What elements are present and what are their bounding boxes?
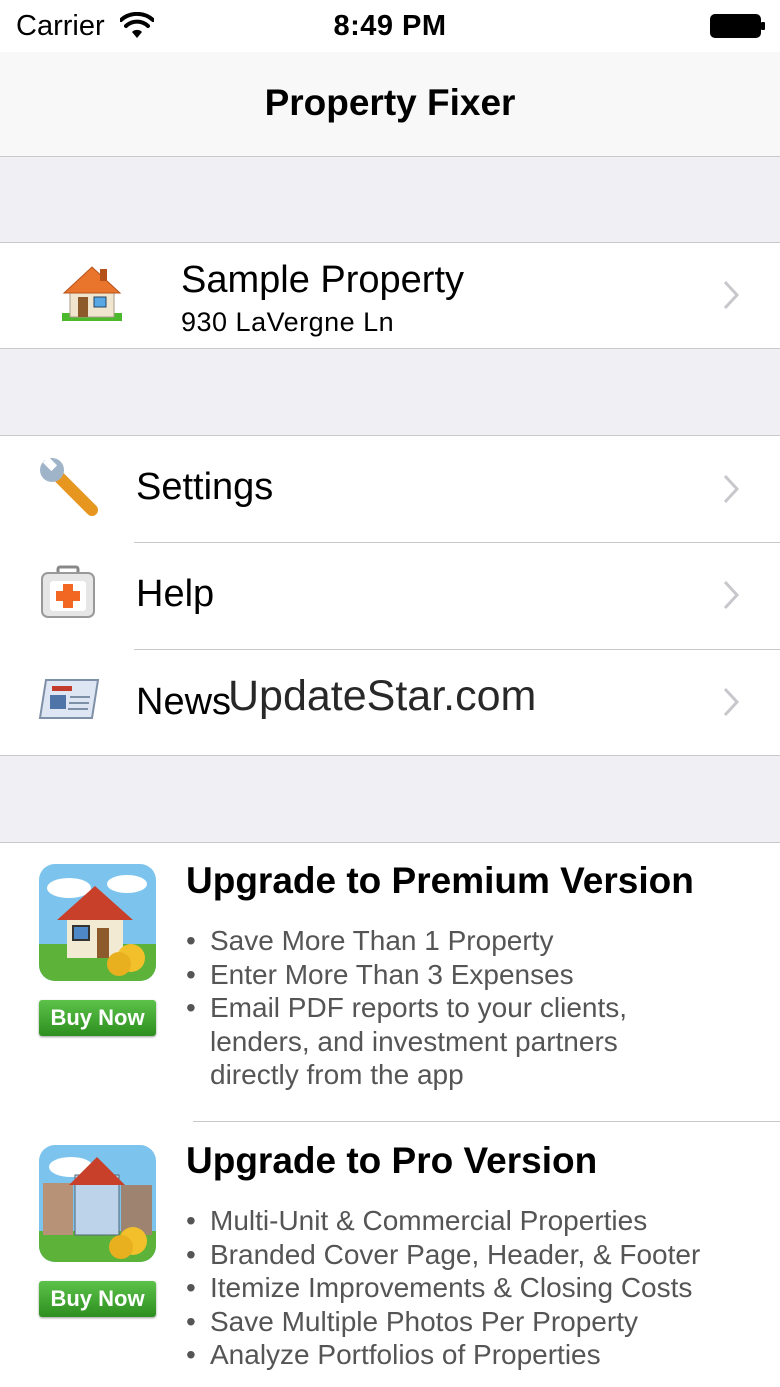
- chevron-right-icon: [723, 280, 740, 310]
- chevron-right-icon: [723, 687, 740, 717]
- section-spacer: [0, 756, 780, 842]
- buy-now-pro-button[interactable]: Buy Now: [39, 1281, 156, 1317]
- newspaper-icon: [38, 679, 100, 719]
- section-spacer: [0, 349, 780, 435]
- house-icon: [62, 266, 122, 321]
- pro-upgrade-cell[interactable]: Buy Now Upgrade to Pro Version Multi-Uni…: [0, 1122, 780, 1387]
- wrench-icon: [40, 456, 98, 516]
- feature-item: Save More Than 1 Property: [186, 924, 670, 958]
- feature-item: Analyze Portfolios of Properties: [186, 1338, 700, 1372]
- section-spacer: [0, 157, 780, 242]
- feature-item: Email PDF reports to your clients, lende…: [186, 991, 670, 1092]
- property-name: Sample Property: [181, 259, 465, 301]
- first-aid-kit-icon: [41, 565, 95, 618]
- navigation-bar: Property Fixer: [0, 52, 780, 157]
- property-address: 930 LaVergne Ln: [181, 307, 395, 337]
- menu-item-settings[interactable]: Settings: [0, 436, 780, 542]
- menu-item-label: Settings: [136, 466, 274, 508]
- pro-upgrade-title: Upgrade to Pro Version: [186, 1140, 598, 1181]
- premium-upgrade-title: Upgrade to Premium Version: [186, 860, 694, 901]
- clock: 8:49 PM: [333, 10, 447, 42]
- premium-app-icon: [39, 864, 156, 981]
- watermark: UpdateStar.com: [228, 672, 537, 720]
- page-title: Property Fixer: [264, 82, 516, 123]
- pro-app-icon: [39, 1145, 156, 1262]
- menu-item-label: News: [136, 681, 232, 723]
- pro-feature-list: Multi-Unit & Commercial Properties Brand…: [186, 1204, 700, 1372]
- menu-item-label: Help: [136, 573, 215, 615]
- chevron-right-icon: [723, 580, 740, 610]
- menu-item-help[interactable]: Help: [0, 543, 780, 649]
- premium-feature-list: Save More Than 1 Property Enter More Tha…: [186, 924, 670, 1092]
- feature-item: Branded Cover Page, Header, & Footer: [186, 1238, 700, 1272]
- feature-item: Save Multiple Photos Per Property: [186, 1305, 700, 1339]
- feature-item: Enter More Than 3 Expenses: [186, 958, 670, 992]
- property-row[interactable]: Sample Property 930 LaVergne Ln: [0, 243, 780, 348]
- premium-upgrade-cell[interactable]: Buy Now Upgrade to Premium Version Save …: [0, 843, 780, 1122]
- status-bar: Carrier 8:49 PM: [0, 0, 780, 52]
- buy-now-premium-button[interactable]: Buy Now: [39, 1000, 156, 1036]
- battery-icon: [710, 14, 765, 38]
- feature-item: Itemize Improvements & Closing Costs: [186, 1271, 700, 1305]
- feature-item: Multi-Unit & Commercial Properties: [186, 1204, 700, 1238]
- chevron-right-icon: [723, 474, 740, 504]
